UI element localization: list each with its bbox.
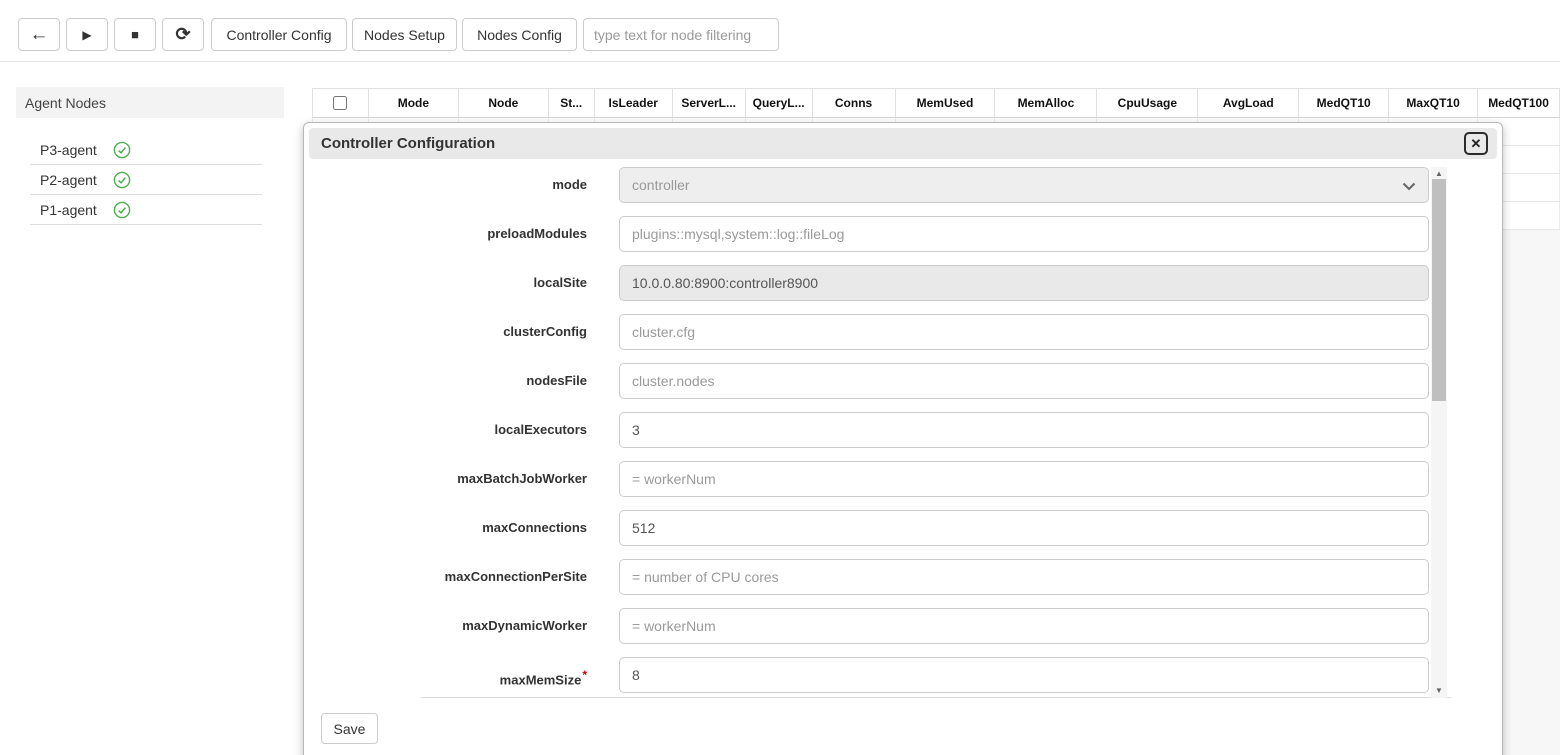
refresh-icon: ⟳ [175,24,190,45]
form-scrollbar-track[interactable]: ▲ ▼ [1431,167,1447,698]
node-filter-input[interactable] [583,18,779,51]
maxdynamicworker-field[interactable] [619,608,1429,644]
agent-node-label: P2-agent [40,172,97,188]
column-header-queryl: QueryL... [746,89,813,117]
sidebar-item-p1-agent[interactable]: P1-agent [30,195,262,225]
controller-config-button[interactable]: Controller Config [211,18,347,51]
nodesfile-field[interactable] [619,363,1429,399]
app-root: ← ▶ ■ ⟳ Controller Config Nodes Setup No… [0,0,1560,755]
mode-select[interactable]: controller [619,167,1429,203]
localexecutors-field[interactable] [619,412,1429,448]
close-icon: ✕ [1471,136,1482,151]
field-label-preloadmodules: preloadModules [421,216,587,252]
nodes-setup-button[interactable]: Nodes Setup [352,18,457,51]
form-row-localexecutors: localExecutors [421,412,1451,448]
field-label-localsite: localSite [421,265,587,301]
column-header-maxqt10: MaxQT10 [1389,89,1478,117]
agent-nodes-header: Agent Nodes [16,87,284,118]
field-label-maxmemsize: maxMemSize* [421,657,587,698]
select-all-header-cell [313,89,369,117]
form-row-maxmemsize: maxMemSize* [421,657,1451,698]
column-header-medqt100: MedQT100 [1478,89,1560,117]
save-button[interactable]: Save [321,713,378,744]
select-all-checkbox[interactable] [333,96,347,110]
agent-nodes-title: Agent Nodes [25,95,106,111]
stop-icon: ■ [131,27,139,42]
column-header-medqt10: MedQT10 [1299,89,1389,117]
form-row-nodesfile: nodesFile [421,363,1451,399]
column-header-serverl: ServerL... [673,89,746,117]
dialog-header[interactable]: Controller Configuration ✕ [309,128,1497,159]
column-header-memalloc: MemAlloc [995,89,1097,117]
nodes-config-button[interactable]: Nodes Config [462,18,577,51]
select-value: controller [632,177,690,193]
form-row-maxconnectionpersite: maxConnectionPerSite [421,559,1451,595]
column-header-mode: Mode [369,89,459,117]
form-row-mode: mode controller [421,167,1451,203]
maxbatchjobworker-field[interactable] [619,461,1429,497]
localsite-field[interactable] [619,265,1429,301]
maxconnectionpersite-field[interactable] [619,559,1429,595]
clusterconfig-field[interactable] [619,314,1429,350]
play-icon: ▶ [82,28,91,42]
agent-node-label: P1-agent [40,202,97,218]
status-ok-icon [113,141,131,159]
toolbar: ← ▶ ■ ⟳ Controller Config Nodes Setup No… [0,0,1560,62]
column-header-isleader: IsLeader [595,89,673,117]
column-header-node: Node [459,89,549,117]
field-label-mode: mode [421,167,587,203]
column-header-st: St... [549,89,595,117]
field-label-nodesfile: nodesFile [421,363,587,399]
config-form: mode controller preloadModules localSite c… [421,167,1451,698]
close-button[interactable]: ✕ [1464,132,1488,155]
stop-button[interactable]: ■ [114,18,156,51]
maxconnections-field[interactable] [619,510,1429,546]
arrow-left-icon: ← [30,24,49,46]
scroll-down-icon[interactable]: ▼ [1431,684,1447,698]
form-scrollbar-thumb[interactable] [1432,179,1446,401]
form-row-maxdynamicworker: maxDynamicWorker [421,608,1451,644]
agent-node-label: P3-agent [40,142,97,158]
column-header-avgload: AvgLoad [1198,89,1299,117]
sidebar-item-p2-agent[interactable]: P2-agent [30,165,262,195]
dialog-title: Controller Configuration [309,135,495,152]
field-label-maxconnections: maxConnections [421,510,587,546]
required-marker: * [582,668,587,682]
play-button[interactable]: ▶ [66,18,108,51]
controller-configuration-dialog: Controller Configuration ✕ mode controll… [303,122,1503,755]
field-label-maxdynamicworker: maxDynamicWorker [421,608,587,644]
table-header-row: ModeNodeSt...IsLeaderServerL...QueryL...… [312,88,1560,118]
agent-node-list: P3-agent P2-agent P1-agent [30,135,262,225]
maxmemsize-field[interactable] [619,657,1429,693]
form-row-maxbatchjobworker: maxBatchJobWorker [421,461,1451,497]
status-ok-icon [113,171,131,189]
form-row-preloadmodules: preloadModules [421,216,1451,252]
column-header-memused: MemUsed [896,89,996,117]
status-ok-icon [113,201,131,219]
back-button[interactable]: ← [18,18,60,51]
preloadmodules-field[interactable] [619,216,1429,252]
form-row-maxconnections: maxConnections [421,510,1451,546]
form-row-localsite: localSite [421,265,1451,301]
field-label-maxbatchjobworker: maxBatchJobWorker [421,461,587,497]
refresh-button[interactable]: ⟳ [162,18,204,51]
column-header-conns: Conns [813,89,896,117]
field-label-maxconnectionpersite: maxConnectionPerSite [421,559,587,595]
field-label-clusterconfig: clusterConfig [421,314,587,350]
field-label-localexecutors: localExecutors [421,412,587,448]
form-row-clusterconfig: clusterConfig [421,314,1451,350]
sidebar-item-p3-agent[interactable]: P3-agent [30,135,262,165]
column-header-cpuusage: CpuUsage [1097,89,1198,117]
